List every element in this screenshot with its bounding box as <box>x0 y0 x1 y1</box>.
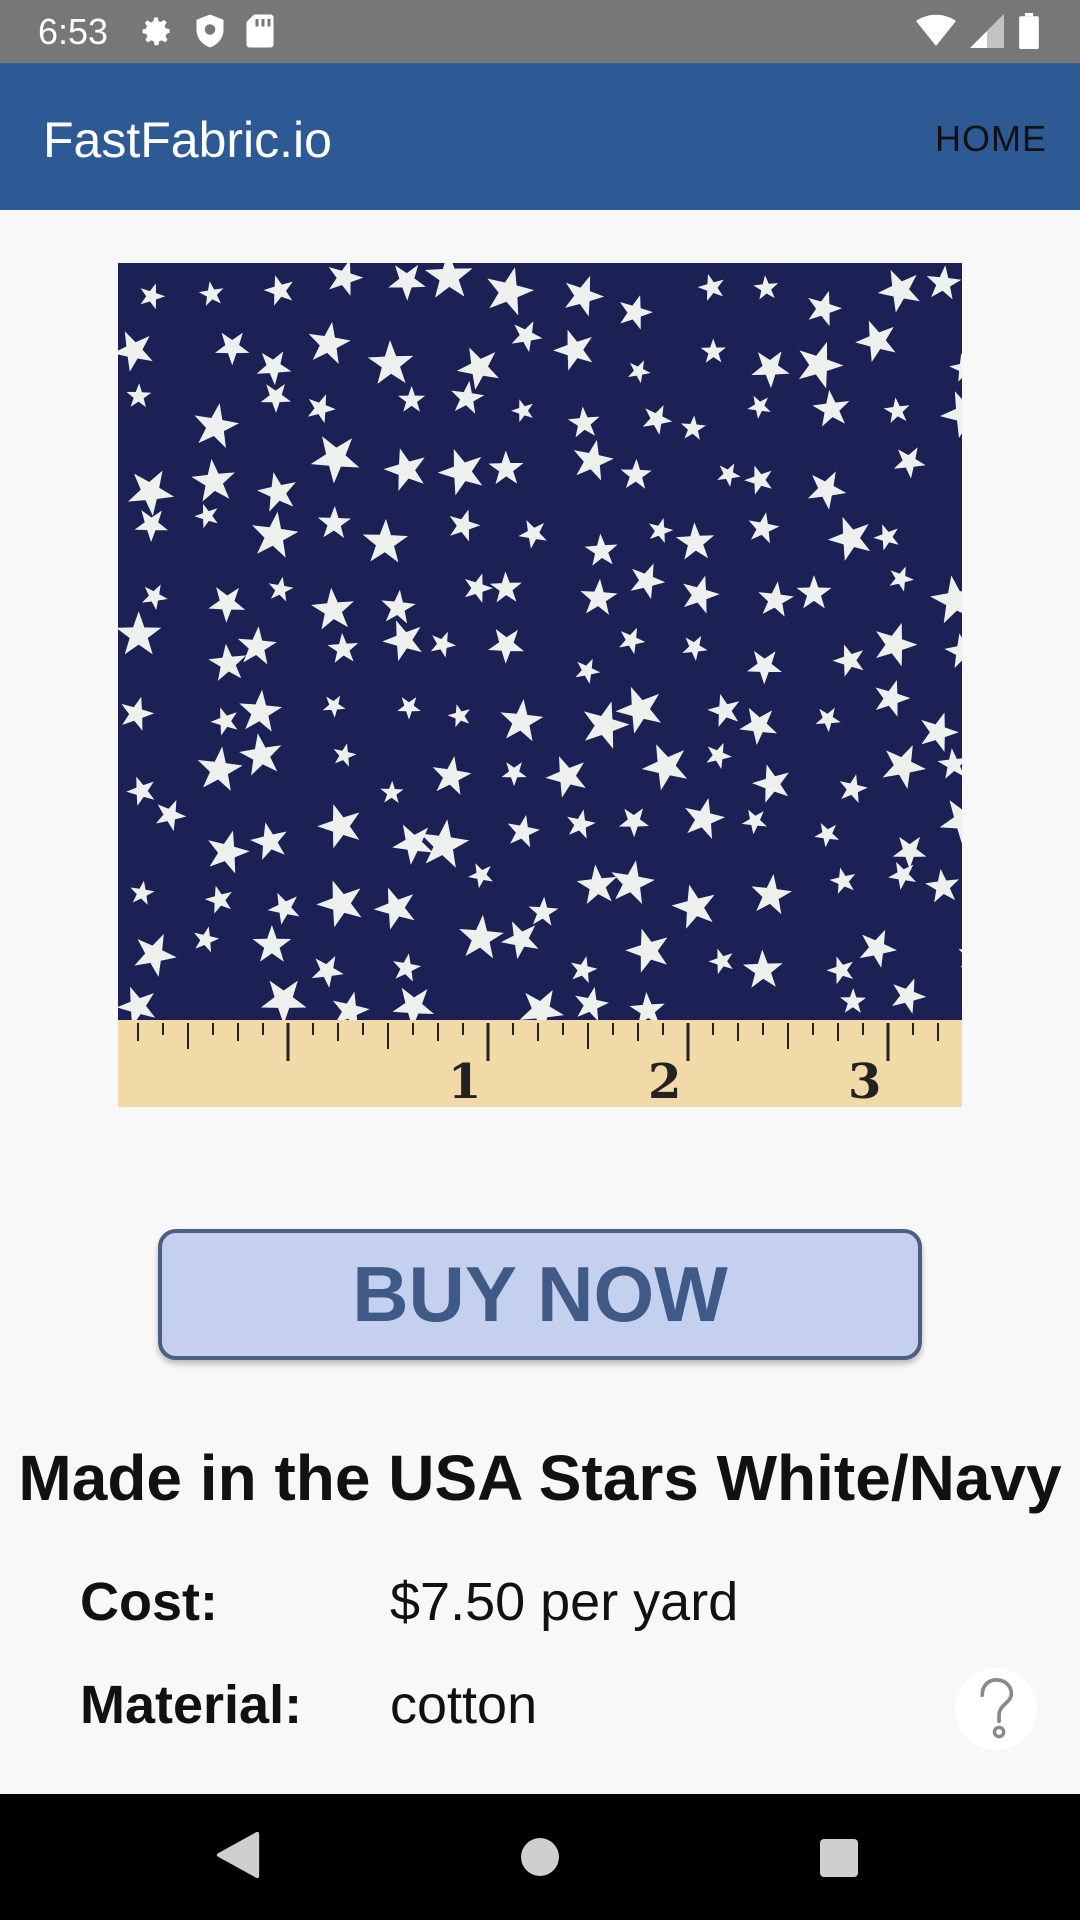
status-time: 6:53 <box>38 11 109 52</box>
gear-icon <box>142 17 170 46</box>
wifi-icon <box>916 14 956 46</box>
cost-value: $7.50 per yard <box>390 1572 739 1632</box>
home-button[interactable]: HOME <box>935 117 1047 161</box>
product-title: Made in the USA Stars White/Navy <box>18 1442 1062 1514</box>
ruler-number: 2 <box>648 1054 681 1107</box>
help-button[interactable] <box>955 1668 1037 1750</box>
ruler-number: 1 <box>448 1054 481 1107</box>
cost-label: Cost: <box>80 1572 218 1632</box>
question-icon <box>980 1678 1014 1739</box>
material-value: cotton <box>390 1675 538 1735</box>
shield-icon <box>196 14 224 48</box>
app-bar: FastFabric.io HOME <box>0 63 1080 210</box>
battery-icon <box>1019 13 1039 49</box>
buy-now-button[interactable]: BUY NOW <box>158 1229 922 1360</box>
sd-card-icon <box>246 14 274 48</box>
ruler-number: 3 <box>848 1054 881 1107</box>
status-bar: 6:53 <box>0 0 1080 63</box>
app-title: FastFabric.io <box>43 112 332 168</box>
navigation-bar <box>0 1794 1080 1920</box>
material-label: Material: <box>80 1675 303 1735</box>
product-image: 1234 <box>118 263 962 1107</box>
back-icon[interactable] <box>214 1830 262 1880</box>
signal-icon <box>970 14 1004 48</box>
home-icon[interactable] <box>518 1830 562 1880</box>
recents-icon[interactable] <box>817 1830 861 1880</box>
